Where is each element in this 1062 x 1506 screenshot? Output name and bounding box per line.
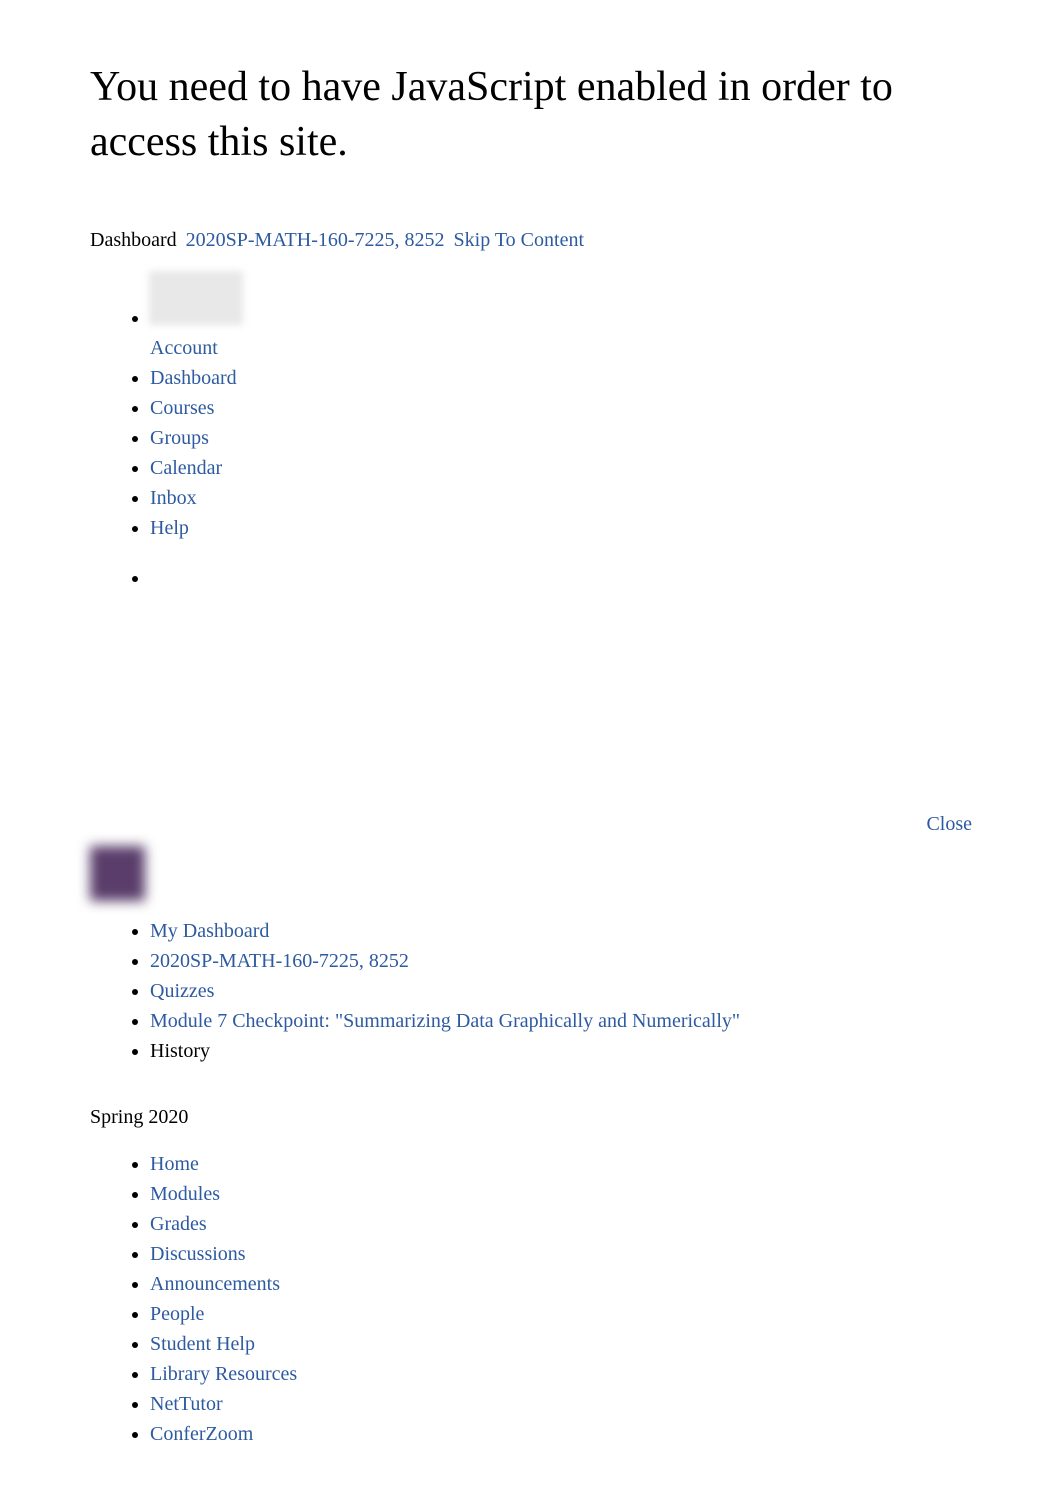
dashboard-label: Dashboard xyxy=(90,229,177,251)
course-nav-conferzoom[interactable]: ConferZoom xyxy=(150,1423,253,1445)
groups-link[interactable]: Groups xyxy=(150,427,209,449)
header-links-row: Dashboard 2020SP-MATH-160-7225, 8252 Ski… xyxy=(90,229,972,252)
course-nav-modules[interactable]: Modules xyxy=(150,1183,220,1205)
nav-item-empty xyxy=(150,563,972,593)
breadcrumb-quiz-title[interactable]: Module 7 Checkpoint: "Summarizing Data G… xyxy=(150,1010,740,1032)
account-link[interactable]: Account xyxy=(150,337,218,359)
course-nav-discussions[interactable]: Discussions xyxy=(150,1243,246,1265)
global-nav-list: Account Dashboard Courses Groups Calenda… xyxy=(90,272,972,593)
course-nav-student-help[interactable]: Student Help xyxy=(150,1333,255,1355)
close-link[interactable]: Close xyxy=(926,813,972,835)
course-nav-grades[interactable]: Grades xyxy=(150,1213,207,1235)
help-link[interactable]: Help xyxy=(150,517,189,539)
breadcrumb-course[interactable]: 2020SP-MATH-160-7225, 8252 xyxy=(150,950,409,972)
breadcrumb-my-dashboard[interactable]: My Dashboard xyxy=(150,920,269,942)
breadcrumb-list: My Dashboard 2020SP-MATH-160-7225, 8252 … xyxy=(90,916,972,1066)
term-label: Spring 2020 xyxy=(90,1106,972,1129)
course-nav-library-resources[interactable]: Library Resources xyxy=(150,1363,297,1385)
course-nav-list: Home Modules Grades Discussions Announce… xyxy=(90,1149,972,1449)
nav-item-account: Account xyxy=(150,272,972,363)
dashboard-link[interactable]: Dashboard xyxy=(150,367,237,389)
course-nav-people[interactable]: People xyxy=(150,1303,204,1325)
skip-to-content-link[interactable]: Skip To Content xyxy=(454,229,584,251)
course-header-link[interactable]: 2020SP-MATH-160-7225, 8252 xyxy=(186,229,445,251)
breadcrumb-history: History xyxy=(150,1040,210,1062)
courses-link[interactable]: Courses xyxy=(150,397,214,419)
course-nav-announcements[interactable]: Announcements xyxy=(150,1273,280,1295)
inbox-link[interactable]: Inbox xyxy=(150,487,197,509)
page-heading: You need to have JavaScript enabled in o… xyxy=(90,60,972,169)
institution-logo[interactable] xyxy=(90,846,145,901)
avatar-placeholder[interactable] xyxy=(150,272,242,324)
calendar-link[interactable]: Calendar xyxy=(150,457,222,479)
course-nav-home[interactable]: Home xyxy=(150,1153,199,1175)
course-nav-nettutor[interactable]: NetTutor xyxy=(150,1393,223,1415)
breadcrumb-quizzes[interactable]: Quizzes xyxy=(150,980,214,1002)
